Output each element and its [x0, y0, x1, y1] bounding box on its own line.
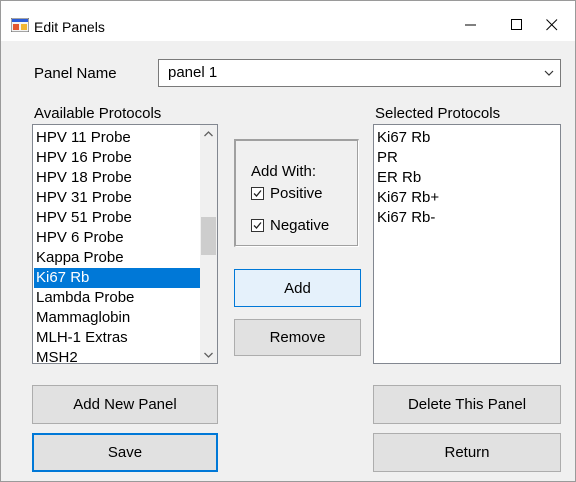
- list-item[interactable]: HPV 18 Probe: [34, 168, 201, 188]
- list-item[interactable]: MLH-1 Extras: [34, 328, 201, 348]
- return-button[interactable]: Return: [373, 433, 561, 472]
- add-button[interactable]: Add: [234, 269, 361, 307]
- positive-check-box[interactable]: [251, 187, 264, 200]
- app-icon: [11, 18, 29, 32]
- list-item[interactable]: Mammaglobin: [34, 308, 201, 328]
- list-item[interactable]: HPV 51 Probe: [34, 208, 201, 228]
- close-icon: [546, 19, 558, 31]
- add-with-label: Add With:: [251, 163, 317, 180]
- remove-button[interactable]: Remove: [234, 319, 361, 356]
- available-protocols-label: Available Protocols: [34, 105, 162, 122]
- scroll-thumb[interactable]: [201, 217, 216, 255]
- list-item[interactable]: Ki67 Rb-: [375, 208, 559, 228]
- positive-checkbox[interactable]: Positive: [251, 185, 323, 202]
- list-item[interactable]: Lambda Probe: [34, 288, 201, 308]
- list-item[interactable]: Ki67 Rb: [34, 268, 201, 288]
- checkmark-icon: [253, 222, 262, 229]
- available-list-scrollbar[interactable]: [200, 125, 217, 363]
- chevron-down-icon: [204, 352, 213, 358]
- minimize-icon: [465, 24, 476, 26]
- maximize-icon: [511, 19, 522, 30]
- selected-protocols-label: Selected Protocols: [375, 105, 501, 122]
- list-item[interactable]: HPV 6 Probe: [34, 228, 201, 248]
- panel-name-value: panel 1: [168, 64, 218, 81]
- list-item[interactable]: HPV 31 Probe: [34, 188, 201, 208]
- list-item[interactable]: Ki67 Rb: [375, 128, 559, 148]
- panel-name-label: Panel Name: [34, 65, 117, 82]
- negative-checkbox[interactable]: Negative: [251, 217, 329, 234]
- edit-panels-window: Edit Panels Panel Name panel 1 Available…: [0, 0, 576, 482]
- delete-panel-button[interactable]: Delete This Panel: [373, 385, 561, 424]
- selected-protocols-list[interactable]: Ki67 Rb PR ER Rb Ki67 Rb+ Ki67 Rb-: [373, 124, 561, 364]
- close-button[interactable]: [529, 9, 575, 41]
- scroll-down-button[interactable]: [200, 346, 217, 363]
- panel-name-combobox[interactable]: panel 1: [158, 59, 561, 87]
- scroll-up-button[interactable]: [200, 125, 217, 142]
- minimize-button[interactable]: [448, 9, 494, 41]
- window-title: Edit Panels: [34, 19, 105, 35]
- available-protocols-list[interactable]: HPV 11 Probe HPV 16 Probe HPV 18 Probe HPV …: [32, 124, 218, 364]
- chevron-down-icon[interactable]: [544, 68, 554, 78]
- list-item[interactable]: HPV 16 Probe: [34, 148, 201, 168]
- list-item[interactable]: Kappa Probe: [34, 248, 201, 268]
- checkmark-icon: [253, 190, 262, 197]
- save-button[interactable]: Save: [32, 433, 218, 472]
- chevron-up-icon: [204, 130, 213, 136]
- positive-checkbox-label: Positive: [270, 185, 323, 202]
- list-item[interactable]: PR: [375, 148, 559, 168]
- list-item[interactable]: HPV 11 Probe: [34, 128, 201, 148]
- list-item[interactable]: Ki67 Rb+: [375, 188, 559, 208]
- negative-check-box[interactable]: [251, 219, 264, 232]
- negative-checkbox-label: Negative: [270, 217, 330, 234]
- title-bar: Edit Panels: [1, 1, 575, 41]
- list-item[interactable]: MSH2: [34, 348, 201, 363]
- list-item[interactable]: ER Rb: [375, 168, 559, 188]
- add-new-panel-button[interactable]: Add New Panel: [32, 385, 218, 424]
